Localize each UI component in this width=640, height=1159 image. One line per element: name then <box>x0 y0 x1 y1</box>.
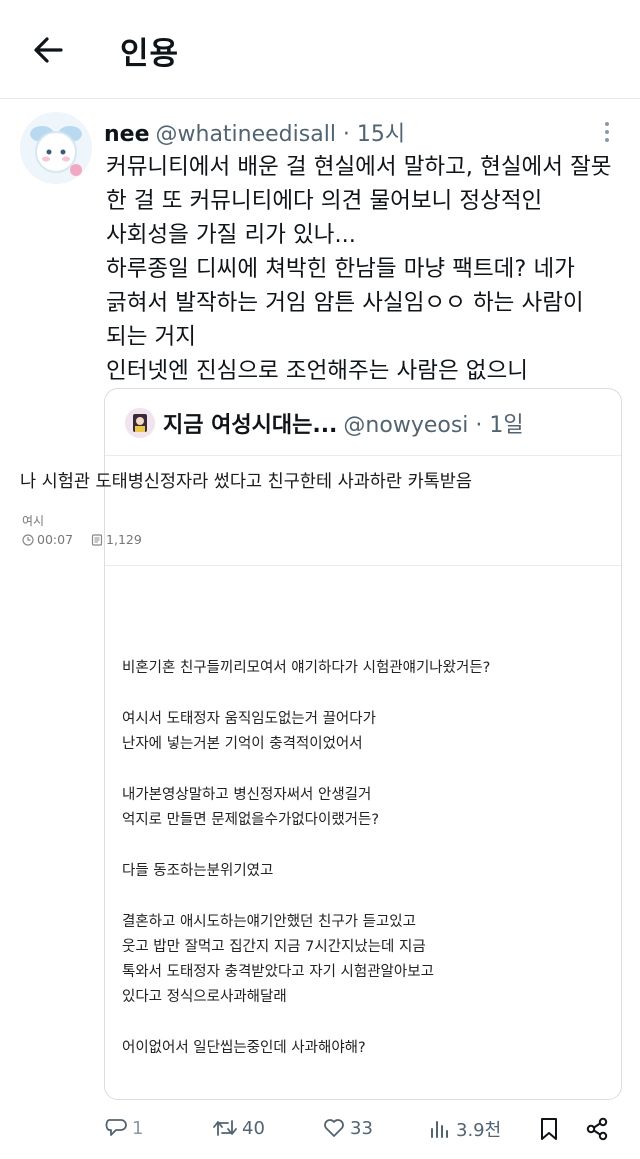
post-line: 웃고 밥만 잘먹고 집간지 지금 7시간지났는데 지금 <box>122 939 426 955</box>
tweet-line: 되는 거지 <box>106 324 196 350</box>
avatar-image <box>20 112 92 184</box>
document-icon <box>91 534 103 546</box>
post-line: 있다고 정식으로사과해달래 <box>122 989 287 1005</box>
author-name[interactable]: nee <box>104 122 150 147</box>
post-title: 나 시험관 도태병신정자라 썼다고 친구한테 사과하란 카톡받음 <box>20 472 472 492</box>
clock-icon <box>22 534 34 546</box>
tweet-line: 한 걸 또 커뮤니티에다 의견 물어보니 정상적인 <box>106 188 543 214</box>
tweet-line: 사회성을 가질 리가 있나... <box>106 222 356 248</box>
tweet-line: 하루종일 디씨에 쳐박힌 한남들 마냥 팩트데? 네가 <box>106 256 575 282</box>
analytics-icon <box>431 1121 448 1138</box>
divider <box>105 455 621 456</box>
tweet-text: 커뮤니티에서 배운 걸 현실에서 말하고, 현실에서 잘못 한 걸 또 커뮤니티… <box>106 150 626 388</box>
action-bar: 1 40 33 3.9천 <box>0 1110 640 1150</box>
bookmark-icon <box>541 1118 557 1140</box>
author-handle-time[interactable]: @whatineedisall · 15시 <box>156 122 406 147</box>
more-options-icon[interactable] <box>598 118 616 148</box>
post-views: 1,129 <box>91 532 142 547</box>
view-count: 3.9천 <box>456 1120 502 1141</box>
post-line: 톡와서 도태정자 충격받았다고 자기 시험관알아보고 <box>122 964 434 980</box>
retweet-icon <box>213 1120 237 1136</box>
share-icon <box>586 1117 608 1141</box>
page-title: 인용 <box>120 36 180 72</box>
post-line: 다들 동조하는분위기였고 <box>122 863 274 879</box>
post-time-value: 00:07 <box>37 532 74 547</box>
like-button[interactable]: 33 <box>322 1116 373 1146</box>
post-body: 비혼기혼 친구들끼리모여서 얘기하다가 시험관얘기나왔거든? 여시서 도태정자 … <box>122 656 490 1061</box>
retweet-button[interactable]: 40 <box>212 1116 265 1146</box>
avatar[interactable] <box>20 112 92 184</box>
post-line: 억지로 만들면 문제없을수가없다이랬거든? <box>122 812 380 828</box>
views-button[interactable]: 3.9천 <box>428 1116 501 1146</box>
post-time: 00:07 <box>22 532 73 547</box>
retweet-count: 40 <box>242 1117 265 1139</box>
divider <box>105 565 621 566</box>
post-line: 여시서 도태정자 움직임도없는거 끌어다가 <box>122 711 376 727</box>
bookmark-button[interactable] <box>538 1116 560 1146</box>
tweet-line: 긁혀서 발작하는 거임 암튼 사실임ㅇㅇ 하는 사람이 <box>106 290 584 316</box>
quoted-tweet-meta: 지금 여성시대는... @nowyeosi · 1일 <box>125 407 524 439</box>
heart-icon <box>324 1119 344 1137</box>
share-button[interactable] <box>584 1116 610 1146</box>
quoted-author-handle-time: @nowyeosi · 1일 <box>343 413 524 438</box>
board-name: 여시 <box>22 514 45 528</box>
post-stats: 00:07 1,129 <box>22 532 156 547</box>
tweet-meta: nee @whatineedisall · 15시 <box>104 116 405 148</box>
post-line: 난자에 넣는거본 기억이 충격적이었어서 <box>122 736 363 752</box>
quoted-avatar <box>125 408 155 438</box>
top-bar: 인용 <box>0 0 640 99</box>
post-line: 내가본영상말하고 병신정자써서 안생길거 <box>122 787 372 803</box>
reply-count: 1 <box>132 1117 144 1139</box>
like-count: 33 <box>350 1117 373 1139</box>
quoted-avatar-image <box>125 408 155 438</box>
back-arrow-icon[interactable] <box>28 30 68 70</box>
tweet-line: 커뮤니티에서 배운 걸 현실에서 말하고, 현실에서 잘못 <box>106 154 612 180</box>
reply-icon <box>105 1119 127 1136</box>
post-line: 비혼기혼 친구들끼리모여서 얘기하다가 시험관얘기나왔거든? <box>122 660 491 676</box>
post-line: 결혼하고 애시도하는얘기안했던 친구가 듣고있고 <box>122 914 416 930</box>
reply-button[interactable]: 1 <box>104 1116 143 1146</box>
post-views-value: 1,129 <box>106 532 142 547</box>
post-line: 어이없어서 일단씹는중인데 사과해야해? <box>122 1040 366 1056</box>
tweet-line: 인터넷엔 진심으로 조언해주는 사람은 없으니 <box>106 358 528 384</box>
quoted-author-name[interactable]: 지금 여성시대는... <box>163 413 337 438</box>
